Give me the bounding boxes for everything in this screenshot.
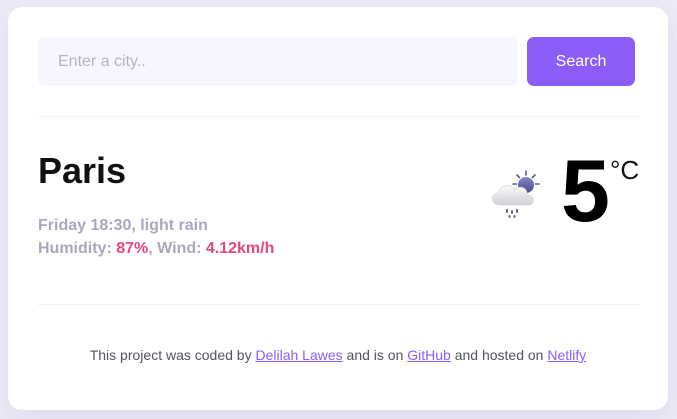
weather-description: light rain <box>140 217 208 234</box>
footer-text-middle: and is on <box>346 347 404 363</box>
top-divider <box>38 116 639 117</box>
city-search-input[interactable] <box>38 37 518 86</box>
temperature-value: 5 <box>561 141 610 240</box>
humidity-value: 87% <box>116 240 149 257</box>
author-link[interactable]: Delilah Lawes <box>255 347 342 363</box>
datetime: Friday 18:30 <box>38 217 132 234</box>
footer-text-after: and hosted on <box>454 347 544 363</box>
temperature-unit-celsius[interactable]: °C <box>610 155 639 186</box>
humidity-wind-line: Humidity: 87%, Wind: 4.12km/h <box>38 240 275 257</box>
weather-details: Friday 18:30, light rain Humidity: 87%, … <box>38 214 274 260</box>
bottom-divider <box>38 304 639 305</box>
github-link[interactable]: GitHub <box>407 347 451 363</box>
netlify-link[interactable]: Netlify <box>547 347 586 363</box>
wind-value: 4.12km/h <box>205 240 275 257</box>
footer-credits: This project was coded by Delilah Lawes … <box>8 347 668 363</box>
search-button[interactable]: Search <box>527 37 635 86</box>
humidity-label: Humidity: <box>38 240 112 257</box>
weather-card: Search Paris Friday 18:30, light rain Hu… <box>8 7 668 410</box>
cloud-sun-rain-icon <box>486 169 544 219</box>
wind-label: Wind: <box>157 240 202 257</box>
footer-text-before: This project was coded by <box>89 347 252 363</box>
city-name: Paris <box>38 150 127 191</box>
date-description-line: Friday 18:30, light rain <box>38 217 208 234</box>
search-form: Search <box>38 37 635 86</box>
